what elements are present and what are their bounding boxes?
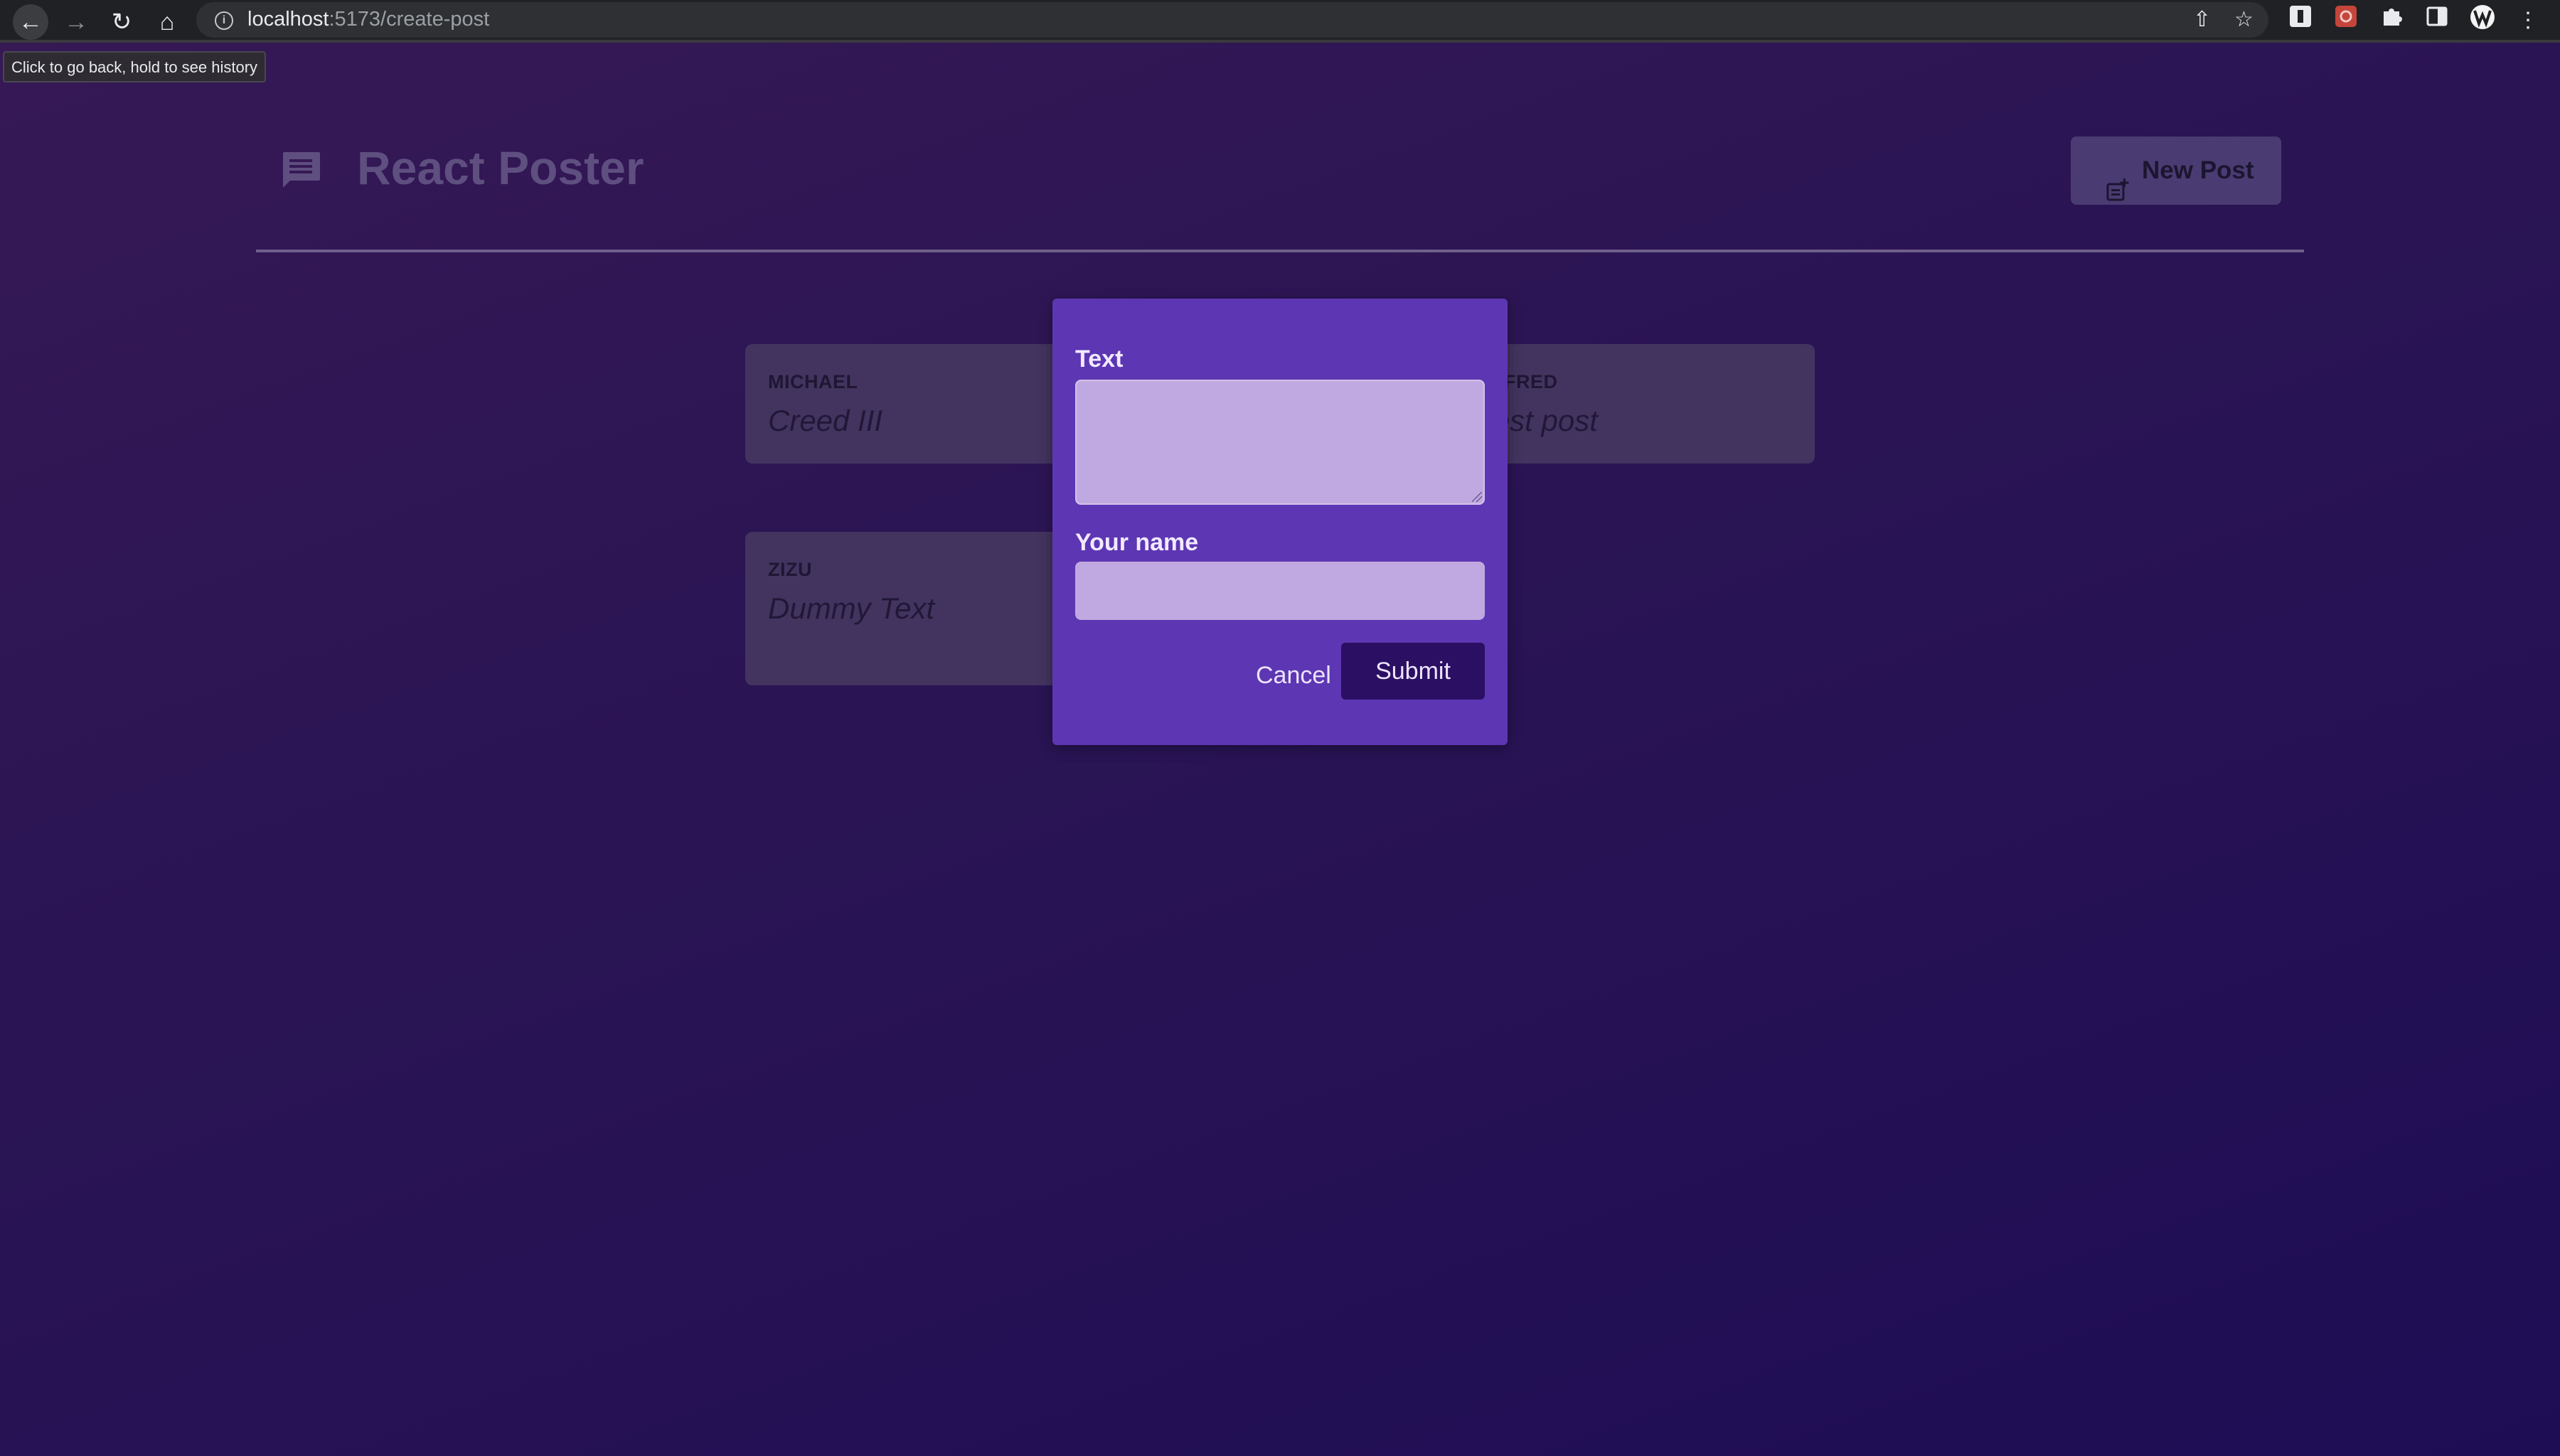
home-icon[interactable]: ⌂ bbox=[149, 4, 185, 40]
forward-arrow-icon[interactable]: → bbox=[58, 4, 94, 40]
site-info-icon[interactable]: i bbox=[215, 11, 233, 30]
post-card: ALFRED Test post bbox=[1455, 344, 1815, 464]
submit-button[interactable]: Submit bbox=[1341, 643, 1485, 700]
url-path: :5173/create-post bbox=[329, 8, 490, 31]
name-field-label: Your name bbox=[1075, 529, 1199, 556]
browser-menu-icon[interactable]: ⋮ bbox=[2512, 4, 2544, 37]
extension-red-icon[interactable] bbox=[2330, 4, 2362, 37]
url-text[interactable]: localhost:5173/create-post bbox=[247, 8, 489, 31]
back-arrow-icon[interactable]: ← bbox=[13, 4, 48, 40]
cancel-button[interactable]: Cancel bbox=[1256, 647, 1331, 704]
name-field[interactable] bbox=[1075, 562, 1485, 620]
text-field-label: Text bbox=[1075, 346, 1124, 373]
reload-icon[interactable]: ↻ bbox=[104, 4, 139, 40]
extensions-puzzle-icon[interactable] bbox=[2375, 4, 2408, 37]
side-panel-icon[interactable] bbox=[2421, 4, 2453, 37]
back-button-tooltip: Click to go back, hold to see history bbox=[3, 51, 267, 82]
bookmark-star-icon[interactable]: ☆ bbox=[2234, 8, 2254, 32]
post-author: ZIZU bbox=[768, 559, 812, 580]
post-author: MICHAEL bbox=[768, 371, 858, 392]
chat-message-icon bbox=[280, 151, 321, 189]
browser-toolbar: ← → ↻ ⌂ i localhost:5173/create-post ⇧ ☆… bbox=[0, 0, 2560, 43]
share-icon[interactable]: ⇧ bbox=[2193, 8, 2211, 32]
text-field[interactable] bbox=[1075, 380, 1485, 505]
post-card: ZIZU Dummy Text bbox=[745, 532, 1101, 685]
post-body: Dummy Text bbox=[768, 592, 935, 625]
new-post-label: New Post bbox=[2142, 156, 2254, 184]
profile-avatar-icon[interactable] bbox=[2466, 4, 2499, 37]
url-host: localhost bbox=[247, 8, 329, 31]
app-title: React Poster bbox=[357, 141, 644, 194]
post-body: Creed III bbox=[768, 404, 883, 437]
header-divider bbox=[256, 250, 2304, 252]
resize-handle-icon[interactable] bbox=[1472, 492, 1482, 502]
post-card: MICHAEL Creed III bbox=[745, 344, 1101, 464]
new-post-icon bbox=[2106, 159, 2129, 201]
extension-i-icon[interactable] bbox=[2284, 4, 2317, 37]
create-post-modal: Text Your name Cancel Submit bbox=[1052, 299, 1508, 745]
address-bar[interactable]: i localhost:5173/create-post ⇧ ☆ bbox=[196, 2, 2268, 38]
new-post-button[interactable]: New Post bbox=[2071, 136, 2281, 205]
